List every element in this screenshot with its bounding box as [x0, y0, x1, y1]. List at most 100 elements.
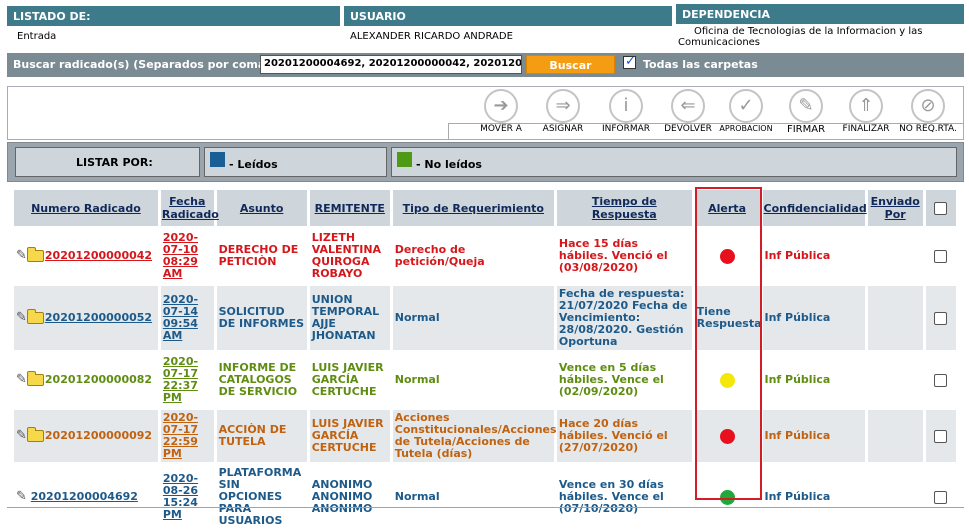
leidos-legend: - Leídos	[204, 147, 387, 177]
info-icon: i	[609, 89, 643, 123]
alerta-cell	[694, 410, 760, 462]
search-bar: Buscar radicado(s) (Separados por coma) …	[7, 53, 964, 77]
remitente-cell: UNION TEMPORAL AJJE JHONATAN	[309, 286, 390, 350]
no-leidos-legend: - No leídos	[391, 147, 957, 177]
select-cell	[925, 465, 956, 529]
row-checkbox[interactable]	[934, 249, 948, 263]
table-row: ✎ 20201200000082 2020-07-17 22:37 PM INFO…	[14, 353, 956, 407]
col-remitente[interactable]: REMITENTE	[309, 190, 390, 226]
col-tiempo-respuesta[interactable]: Tiempo de Respuesta	[556, 190, 692, 226]
folder-icon[interactable]	[26, 309, 44, 324]
table-row: ✎ 20201200004692 2020-08-26 15:24 PM PLA…	[14, 465, 956, 529]
no-req-rta-button[interactable]: ⊘ NO REQ.RTA.	[893, 89, 963, 134]
fecha-cell: 2020-07-14 09:54 AM	[160, 286, 214, 350]
assign-icon: ⇒	[546, 89, 580, 123]
alert-red-dot-icon	[719, 428, 735, 444]
fecha-link[interactable]: 2020-07-17 22:37 PM	[163, 355, 198, 404]
confidencialidad-cell: Inf Pública	[762, 410, 865, 462]
tiempo-cell: Vence en 5 días hábiles. Vence el (02/09…	[556, 353, 692, 407]
col-numero-radicado[interactable]: Numero Radicado	[14, 190, 158, 226]
table-row: ✎ 20201200000052 2020-07-14 09:54 AM SOLI…	[14, 286, 956, 350]
informar-label: INFORMAR	[601, 124, 651, 134]
confidencialidad-cell: Inf Pública	[762, 229, 865, 283]
tipo-cell: Acciones Constitucionales/Acciones de Tu…	[392, 410, 557, 462]
tipo-cell: Normal	[392, 353, 554, 407]
edit-icon[interactable]: ✎	[16, 490, 27, 503]
edit-icon[interactable]: ✎	[16, 311, 27, 324]
select-cell	[925, 410, 956, 462]
fecha-link[interactable]: 2020-07-14 09:54 AM	[163, 293, 198, 342]
enviado-cell	[867, 353, 923, 407]
asunto-cell: DERECHO DE PETICIÒN	[216, 229, 307, 283]
fecha-cell: 2020-08-26 15:24 PM	[160, 465, 214, 529]
listado-label: LISTADO DE:	[7, 6, 340, 26]
listar-por-box: LISTAR POR:	[15, 147, 200, 177]
listado-value: Entrada	[17, 31, 57, 42]
folder-icon[interactable]	[26, 247, 44, 262]
col-confidencialidad[interactable]: Confidencialidad	[762, 190, 867, 226]
fecha-link[interactable]: 2020-07-10 08:29 AM	[163, 231, 198, 280]
alert-green-dot-icon	[719, 489, 735, 505]
fecha-link[interactable]: 2020-08-26 15:24 PM	[163, 472, 198, 521]
folder-icon[interactable]	[26, 371, 44, 386]
row-checkbox[interactable]	[934, 311, 948, 325]
radicado-search-input[interactable]: 20201200004692, 20201200000042, 20201200…	[260, 55, 522, 74]
numero-cell: ✎ 20201200000082	[14, 353, 158, 407]
asunto-cell: ACCIÒN DE TUTELA	[216, 410, 307, 462]
asunto-cell: SOLICITUD DE INFORMES	[216, 286, 307, 350]
fecha-cell: 2020-07-17 22:59 PM	[160, 410, 214, 462]
finalizar-button[interactable]: ⇑ FINALIZAR	[831, 89, 901, 134]
numero-cell: ✎ 20201200000052	[14, 286, 158, 350]
radicado-link[interactable]: 20201200000042	[45, 249, 152, 262]
col-asunto[interactable]: Asunto	[216, 190, 307, 226]
radicado-number[interactable]: 20201200000082	[45, 373, 152, 386]
row-checkbox[interactable]	[934, 429, 948, 443]
radicado-link[interactable]: 20201200000052	[45, 311, 152, 324]
tiempo-cell: Hace 15 días hábiles. Venció el (03/08/2…	[556, 229, 692, 283]
bottom-divider	[7, 507, 964, 508]
dependencia-label: DEPENDENCIA	[676, 4, 964, 24]
no-reply-icon: ⊘	[911, 89, 945, 123]
col-alerta[interactable]: Alerta	[694, 190, 760, 226]
select-all-checkbox[interactable]	[934, 201, 948, 215]
action-toolbar: ➔ MOVER A ⇒ ASIGNAR i INFORMAR ⇐ DEVOLVE…	[7, 86, 964, 140]
mover-a-button[interactable]: ➔ MOVER A	[466, 89, 536, 134]
return-icon: ⇐	[671, 89, 705, 123]
todas-carpetas-checkbox[interactable]	[623, 54, 636, 69]
informar-button[interactable]: i INFORMAR	[591, 89, 661, 134]
asignar-label: ASIGNAR	[542, 124, 584, 134]
buscar-button[interactable]: Buscar	[526, 55, 615, 74]
col-enviado-por[interactable]: Enviado Por	[867, 190, 923, 226]
todas-carpetas-label: Todas las carpetas	[643, 58, 758, 71]
no-leidos-label: - No leídos	[416, 158, 482, 171]
toolbar-divider-vertical	[448, 123, 449, 139]
listar-por-label: LISTAR POR:	[76, 156, 153, 169]
edit-icon[interactable]: ✎	[16, 429, 27, 442]
numero-cell: ✎ 20201200004692	[14, 465, 158, 529]
row-checkbox[interactable]	[934, 373, 948, 387]
col-tipo-requerimiento[interactable]: Tipo de Requerimiento	[392, 190, 554, 226]
asunto-cell: INFORME DE CATALOGOS DE SERVICIO	[216, 353, 307, 407]
row-checkbox[interactable]	[934, 490, 948, 504]
numero-cell: ✎ 20201200000092	[14, 410, 158, 462]
alerta-cell	[694, 229, 760, 283]
arrow-right-icon: ➔	[484, 89, 518, 123]
folder-icon[interactable]	[26, 427, 44, 442]
usuario-label: USUARIO	[344, 6, 672, 26]
numero-cell: ✎ 20201200000042	[14, 229, 158, 283]
asignar-button[interactable]: ⇒ ASIGNAR	[528, 89, 598, 134]
fecha-link[interactable]: 2020-07-17 22:59 PM	[163, 411, 198, 460]
table-row: ✎ 20201200000042 2020-07-10 08:29 AM DERE…	[14, 229, 956, 283]
edit-icon[interactable]: ✎	[16, 373, 27, 386]
enviado-cell	[867, 286, 923, 350]
edit-icon[interactable]: ✎	[16, 249, 27, 262]
alerta-cell	[694, 353, 760, 407]
radicado-link[interactable]: 20201200004692	[31, 490, 138, 503]
sign-icon: ✎	[789, 89, 823, 123]
tiempo-cell: Fecha de respuesta: 21/07/2020 Fecha de …	[556, 286, 692, 350]
alerta-cell: Tiene Respuesta	[694, 286, 762, 350]
asunto-cell: PLATAFORMA SIN OPCIONES PARA USUARIOS	[216, 465, 307, 529]
col-fecha-radicado[interactable]: Fecha Radicado	[160, 190, 219, 226]
confidencialidad-cell: Inf Pública	[762, 465, 865, 529]
radicado-number[interactable]: 20201200000092	[45, 429, 152, 442]
